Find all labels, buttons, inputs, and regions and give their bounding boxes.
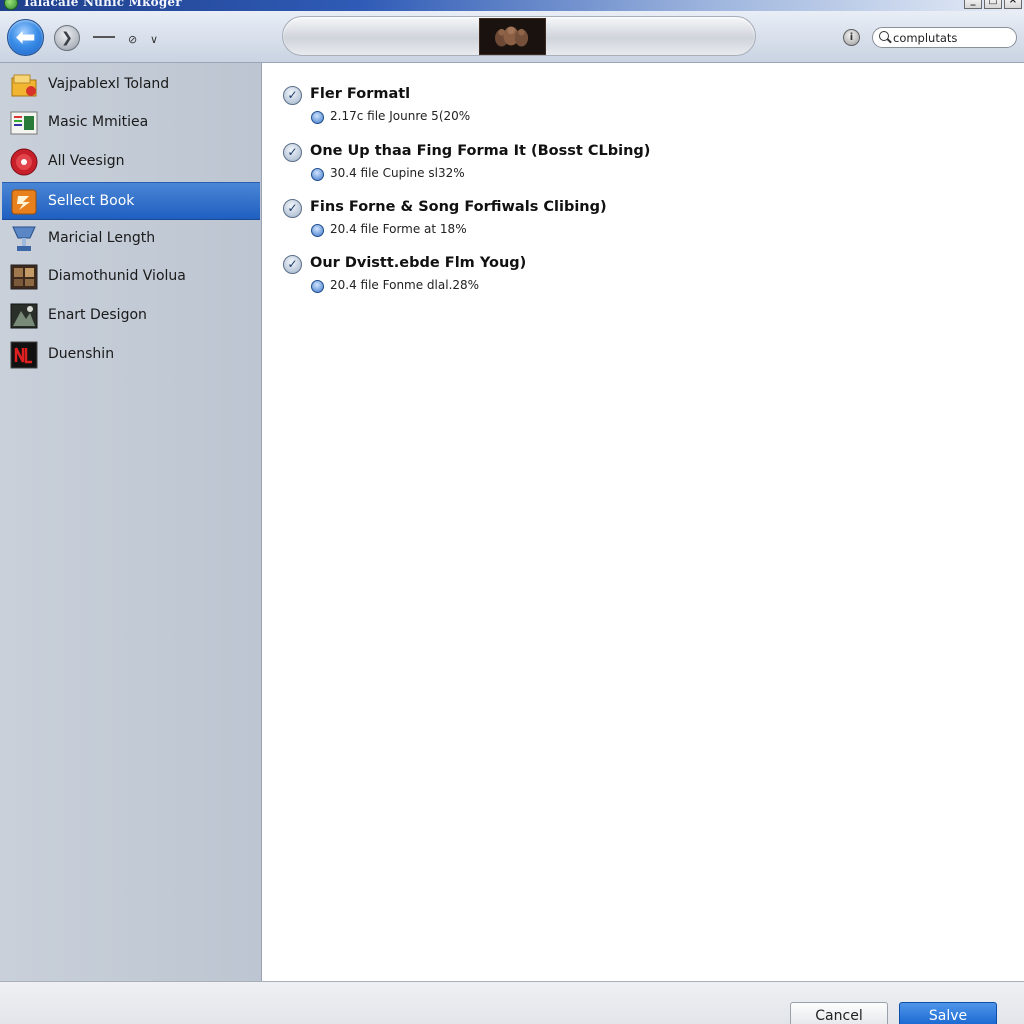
search-icon	[879, 31, 889, 41]
entry-meta: 30.4 file Cupine sl32%	[330, 166, 465, 180]
entry-meta: 20.4 file Fonme dlal.28%	[330, 278, 480, 292]
nl-logo-icon	[10, 341, 38, 369]
sidebar-item-mmitiea[interactable]: Masic Mmitiea	[2, 104, 260, 142]
document-icon	[10, 111, 38, 135]
window-title: Ialacale Nuhic Mkoger	[24, 0, 182, 9]
info-dot-icon	[311, 224, 324, 237]
sidebar: Vajpablexl Toland Masic Mmitiea All Vees…	[0, 63, 262, 981]
sidebar-item-toland[interactable]: Vajpablexl Toland	[2, 66, 260, 104]
address-bar[interactable]	[282, 16, 756, 56]
check-icon[interactable]: ✓	[283, 199, 302, 218]
save-button[interactable]: Salve	[899, 1002, 997, 1024]
search-box[interactable]	[872, 27, 1017, 48]
sidebar-item-select-book[interactable]: Sellect Book	[2, 182, 260, 220]
sidebar-item-label: All Veesign	[48, 153, 125, 169]
window-controls: _ □ ×	[964, 0, 1022, 9]
sidebar-item-label: Masic Mmitiea	[48, 114, 149, 130]
title-bar: Ialacale Nuhic Mkoger _ □ ×	[0, 0, 1024, 11]
album-thumbnail	[479, 18, 546, 55]
history-dot-icon[interactable]: ⊘	[128, 34, 137, 45]
minimize-button[interactable]: _	[964, 0, 982, 9]
back-arrow-icon: ⬅	[15, 23, 36, 51]
info-dot-icon	[311, 111, 324, 124]
sidebar-item-label: Diamothunid Violua	[48, 268, 186, 284]
sidebar-item-violua[interactable]: Diamothunid Violua	[2, 258, 260, 296]
entry-title: One Up thaa Fing Forma It (Bosst CLbing)	[310, 143, 651, 159]
footer-bar: Cancel Salve	[0, 981, 1024, 1024]
sidebar-item-label: Maricial Length	[48, 230, 156, 246]
sidebar-item-veesign[interactable]: All Veesign	[2, 143, 260, 181]
entry-title: Our Dvistt.ebde Flm Youg)	[310, 255, 527, 271]
sidebar-item-design[interactable]: Enart Desigon	[2, 297, 260, 335]
sidebar-item-duenshin[interactable]: Duenshin	[2, 336, 260, 374]
info-icon[interactable]: i	[843, 29, 860, 46]
entry-title: Fins Forne & Song Forfiwals Clibing)	[310, 199, 607, 215]
record-icon	[10, 148, 38, 176]
entry-meta: 20.4 file Forme at 18%	[330, 222, 467, 236]
photo-icon	[10, 264, 38, 290]
sidebar-item-label: Duenshin	[48, 346, 115, 362]
forward-arrow-icon: ❯	[61, 30, 73, 46]
chevron-down-icon[interactable]: ∨	[150, 34, 158, 45]
info-dot-icon	[311, 168, 324, 181]
check-icon[interactable]: ✓	[283, 255, 302, 274]
check-icon[interactable]: ✓	[283, 86, 302, 105]
sidebar-item-label: Sellect Book	[48, 193, 135, 209]
entry-meta: 2.17c file Jounre 5(20%	[330, 109, 471, 123]
forward-button[interactable]: ❯	[54, 25, 80, 51]
separator-dash-icon	[93, 36, 115, 38]
sidebar-item-length[interactable]: Maricial Length	[2, 220, 260, 258]
trophy-icon	[12, 226, 36, 251]
back-button[interactable]: ⬅	[7, 19, 44, 56]
toolbar: ⬅ ❯ ⊘ ∨ i	[0, 11, 1024, 63]
content-pane: ✓ Fler Formatl 2.17c file Jounre 5(20% ✓…	[263, 63, 1024, 981]
app-icon	[4, 0, 18, 10]
sidebar-item-label: Enart Desigon	[48, 307, 147, 323]
entry-title: Fler Formatl	[310, 86, 411, 102]
sidebar-item-label: Vajpablexl Toland	[48, 76, 170, 92]
close-button[interactable]: ×	[1004, 0, 1022, 9]
book-icon	[11, 189, 37, 215]
info-dot-icon	[311, 280, 324, 293]
check-icon[interactable]: ✓	[283, 143, 302, 162]
folder-icon	[11, 74, 37, 97]
cancel-button[interactable]: Cancel	[790, 1002, 888, 1024]
image-icon	[10, 303, 38, 329]
search-input[interactable]	[893, 29, 1013, 46]
thumbnail-image	[480, 19, 545, 54]
maximize-button[interactable]: □	[984, 0, 1002, 9]
